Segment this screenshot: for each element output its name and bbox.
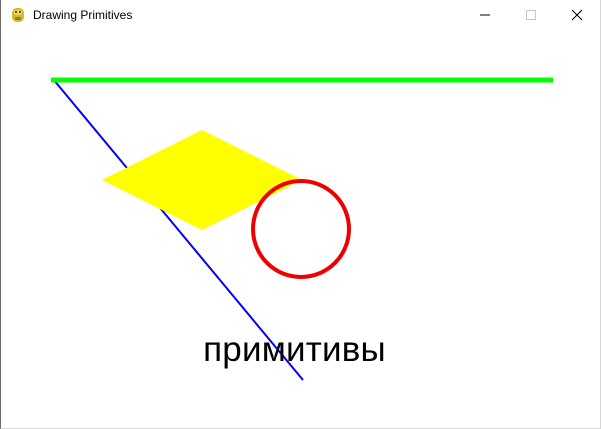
- blue-diagonal-line: [52, 78, 304, 381]
- close-icon: [571, 9, 583, 21]
- yellow-rhombus: [102, 130, 302, 230]
- red-circle: [251, 179, 351, 279]
- drawing-canvas[interactable]: примитивы: [1, 30, 600, 428]
- maximize-icon: [526, 10, 536, 20]
- title-bar[interactable]: Drawing Primitives: [1, 0, 600, 30]
- window-title: Drawing Primitives: [33, 8, 133, 22]
- app-window: Drawing Primitives примитивы: [0, 0, 601, 429]
- minimize-icon: [480, 14, 490, 16]
- window-controls: [462, 0, 600, 30]
- python-snake-icon: [10, 7, 26, 23]
- maximize-button[interactable]: [508, 0, 554, 30]
- close-button[interactable]: [554, 0, 600, 30]
- primitives-drawing: [51, 77, 553, 381]
- minimize-button[interactable]: [462, 0, 508, 30]
